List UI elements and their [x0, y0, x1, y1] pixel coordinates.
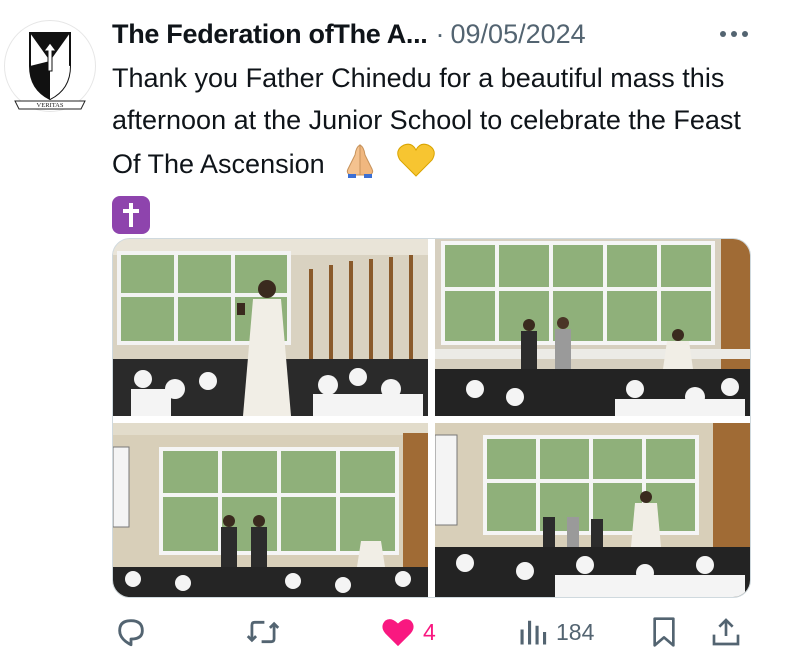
share-button[interactable]: [710, 610, 742, 654]
views-count: 184: [556, 618, 595, 645]
svg-text:VERITAS: VERITAS: [37, 102, 64, 109]
author-name[interactable]: The Federation ofThe A...: [112, 19, 428, 50]
repost-button[interactable]: [245, 610, 289, 654]
photo-4[interactable]: [435, 423, 750, 597]
more-icon: [720, 31, 748, 37]
dominican-shield-logo: VERITAS: [14, 32, 86, 110]
repost-icon: [246, 620, 280, 644]
yellow-heart-emoji: [396, 142, 436, 190]
post-header: The Federation ofThe A... · 09/05/2024: [112, 14, 586, 54]
folded-hands-emoji: [340, 141, 380, 191]
post-text: Thank you Father Chinedu for a beautiful…: [112, 57, 752, 234]
action-bar: 4 184: [0, 610, 789, 654]
avatar[interactable]: VERITAS: [4, 20, 96, 112]
reply-icon: [118, 619, 144, 647]
post-date[interactable]: 09/05/2024: [451, 19, 586, 50]
views-button[interactable]: 184: [518, 610, 594, 654]
photo-3[interactable]: [113, 423, 428, 597]
share-icon: [712, 618, 740, 646]
separator-dot: ·: [435, 18, 445, 49]
heart-icon: [382, 619, 414, 647]
like-count: 4: [423, 618, 436, 645]
more-options-button[interactable]: [716, 20, 752, 48]
media-grid: [112, 238, 751, 598]
like-button[interactable]: 4: [381, 610, 436, 654]
photo-1[interactable]: [113, 239, 428, 416]
bookmark-icon: [653, 617, 675, 647]
latin-cross-emoji: [112, 195, 150, 234]
reply-button[interactable]: [114, 610, 156, 654]
bookmark-button[interactable]: [649, 610, 679, 654]
photo-2[interactable]: [435, 239, 750, 416]
views-icon: [520, 620, 547, 645]
